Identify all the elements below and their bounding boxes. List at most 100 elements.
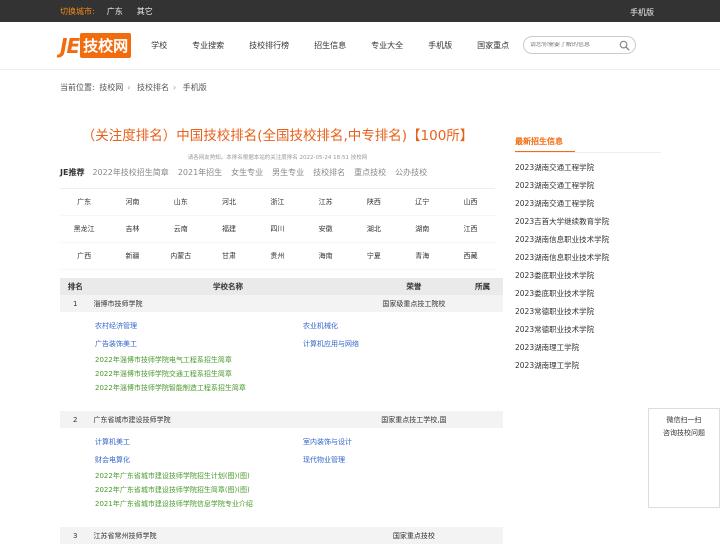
sidebar-item[interactable]: 2023湖南交通工程学院 xyxy=(515,159,661,177)
province-link[interactable]: 广西 xyxy=(60,251,108,261)
province-link[interactable]: 广东 xyxy=(60,197,108,207)
news-link[interactable]: 2022年淄博市技师学院电气工程系招生简章 xyxy=(95,353,503,367)
sidebar-item[interactable]: 2023常德职业技术学院 xyxy=(515,303,661,321)
breadcrumb-ranking[interactable]: 技校排名 xyxy=(137,83,169,92)
province-link[interactable]: 陕西 xyxy=(350,197,398,207)
sidebar-item[interactable]: 2023常德职业技术学院 xyxy=(515,321,661,339)
province-link[interactable]: 青海 xyxy=(398,251,446,261)
nav-admission-info[interactable]: 招生信息 xyxy=(314,40,346,51)
sidebar-item[interactable]: 2023湖南信息职业技术学院 xyxy=(515,231,661,249)
province-link[interactable]: 内蒙古 xyxy=(157,251,205,261)
province-row: 黑龙江 吉林 云南 福建 四川 安徽 湖北 湖南 江西 xyxy=(60,216,495,243)
news-link[interactable]: 2022年淄博市技师学院交通工程系招生简章 xyxy=(95,367,503,381)
tag-item[interactable]: 重点技校 xyxy=(354,167,386,178)
province-link[interactable]: 西藏 xyxy=(446,251,494,261)
tag-item[interactable]: 男生专业 xyxy=(272,167,304,178)
school-detail-row: 农村经济管理 农业机械化 广告装饰美工 计算机应用与网络 2022年淄博市技师学… xyxy=(60,312,503,411)
province-link[interactable]: 安徽 xyxy=(301,224,349,234)
province-link[interactable]: 福建 xyxy=(205,224,253,234)
sidebar-item[interactable]: 2023湖南理工学院 xyxy=(515,357,661,375)
major-link[interactable]: 农业机械化 xyxy=(303,317,503,335)
search-box xyxy=(523,36,636,54)
province-link[interactable]: 河南 xyxy=(108,197,156,207)
province-link[interactable]: 江西 xyxy=(446,224,494,234)
table-header-row: 排名 学校名称 荣誉 所属 xyxy=(60,278,503,295)
rank-cell: 3 xyxy=(60,527,91,544)
tag-item[interactable]: 技校排名 xyxy=(313,167,345,178)
tag-item[interactable]: 女生专业 xyxy=(231,167,263,178)
news-link[interactable]: 2022年淄博市技师学院智能制造工程系招生简章 xyxy=(95,381,503,395)
province-link[interactable]: 吉林 xyxy=(108,224,156,234)
major-link[interactable]: 计算机美工 xyxy=(95,433,303,451)
province-link[interactable]: 浙江 xyxy=(253,197,301,207)
major-link[interactable]: 计算机应用与网络 xyxy=(303,335,503,353)
school-name[interactable]: 淄博市技师学院 xyxy=(90,295,366,312)
major-link[interactable]: 农村经济管理 xyxy=(95,317,303,335)
col-rank: 排名 xyxy=(60,278,91,295)
province-link[interactable]: 湖北 xyxy=(350,224,398,234)
nav-major-search[interactable]: 专业搜索 xyxy=(192,40,224,51)
news-link[interactable]: 2022年广东省城市建设技师学院招生计划(图)(图) xyxy=(95,469,503,483)
sidebar-item[interactable]: 2023湖南理工学院 xyxy=(515,339,661,357)
province-link[interactable]: 四川 xyxy=(253,224,301,234)
news-links: 2022年淄博市技师学院电气工程系招生简章 2022年淄博市技师学院交通工程系招… xyxy=(60,353,503,395)
sidebar-item[interactable]: 2023娄底职业技术学院 xyxy=(515,267,661,285)
sidebar-item[interactable]: 2023湖南信息职业技术学院 xyxy=(515,249,661,267)
province-link[interactable]: 黑龙江 xyxy=(60,224,108,234)
major-links: 计算机美工 室内装饰与设计 财会电算化 现代物业管理 xyxy=(60,428,503,469)
city-link-guangdong[interactable]: 广东 xyxy=(107,6,123,17)
col-honor: 荣誉 xyxy=(365,278,463,295)
province-link[interactable]: 江苏 xyxy=(301,197,349,207)
province-grid: 广东 河南 山东 河北 浙江 江苏 陕西 辽宁 山西 黑龙江 吉林 云南 福建 … xyxy=(60,188,495,270)
search-icon[interactable] xyxy=(619,40,630,51)
nav-majors[interactable]: 专业大全 xyxy=(371,40,403,51)
sidebar-item[interactable]: 2023吉首大学继续教育学院 xyxy=(515,213,661,231)
switch-city-label: 切换城市: xyxy=(60,6,95,16)
province-link[interactable]: 辽宁 xyxy=(398,197,446,207)
province-link[interactable]: 山东 xyxy=(157,197,205,207)
province-link[interactable]: 云南 xyxy=(157,224,205,234)
major-link[interactable]: 室内装饰与设计 xyxy=(303,433,503,451)
nav-national-key[interactable]: 国家重点 xyxy=(477,40,509,51)
province-link[interactable]: 新疆 xyxy=(108,251,156,261)
sidebar-item[interactable]: 2023娄底职业技术学院 xyxy=(515,285,661,303)
sidebar-title: 最新招生信息 xyxy=(515,136,575,153)
news-link[interactable]: 2022年广东省城市建设技师学院招生简章(图)(图) xyxy=(95,483,503,497)
major-link[interactable]: 现代物业管理 xyxy=(303,451,503,469)
province-link[interactable]: 宁夏 xyxy=(350,251,398,261)
sidebar-item[interactable]: 2023湖南交通工程学院 xyxy=(515,195,661,213)
major-link[interactable]: 财会电算化 xyxy=(95,451,303,469)
breadcrumb-label: 当前位置: xyxy=(60,83,95,92)
mobile-version-link[interactable]: 手机版 xyxy=(630,7,654,18)
major-link[interactable]: 广告装饰美工 xyxy=(95,335,303,353)
nav-school[interactable]: 学校 xyxy=(151,40,167,51)
news-link[interactable]: 2021年广东省城市建设技师学院信息学院专业介绍 xyxy=(95,497,503,511)
province-link[interactable]: 山西 xyxy=(446,197,494,207)
honor-cell: 国家重点技校 xyxy=(365,527,463,544)
site-logo[interactable]: JE 技校网 xyxy=(60,33,132,59)
breadcrumb-home[interactable]: 技校网 xyxy=(99,83,123,92)
tag-item[interactable]: 2021年招生 xyxy=(178,167,222,178)
sidebar-item[interactable]: 2023湖南交通工程学院 xyxy=(515,177,661,195)
nav-mobile[interactable]: 手机版 xyxy=(428,40,452,51)
province-link[interactable]: 甘肃 xyxy=(205,251,253,261)
tag-lead: JE推荐 xyxy=(60,168,85,177)
tag-bar: JE推荐 2022年技校招生简章 2021年招生 女生专业 男生专业 技校排名 … xyxy=(60,167,495,178)
breadcrumb-current: 手机版 xyxy=(182,83,207,92)
wechat-float-panel[interactable]: 微信扫一扫 咨询技校问题 xyxy=(648,408,720,508)
province-link[interactable]: 湖南 xyxy=(398,224,446,234)
school-detail-row: 计算机美工 室内装饰与设计 财会电算化 现代物业管理 2022年广东省城市建设技… xyxy=(60,428,503,527)
school-name[interactable]: 广东省城市建设技师学院 xyxy=(90,411,366,428)
nav-ranking[interactable]: 技校排行榜 xyxy=(249,40,289,51)
tag-item[interactable]: 公办技校 xyxy=(395,167,427,178)
school-name[interactable]: 江苏省常州技师学院 xyxy=(90,527,366,544)
tag-item[interactable]: 2022年技校招生简章 xyxy=(92,167,168,178)
city-link-other[interactable]: 其它 xyxy=(137,6,153,17)
table-row: 3 江苏省常州技师学院 国家重点技校 xyxy=(60,527,503,544)
province-link[interactable]: 贵州 xyxy=(253,251,301,261)
search-input[interactable] xyxy=(530,42,616,48)
main-content: （关注度排名）中国技校排名(全国技校排名,中专排名)【100所】 请各网友熟知。… xyxy=(60,120,503,544)
province-link[interactable]: 河北 xyxy=(205,197,253,207)
province-link[interactable]: 海南 xyxy=(301,251,349,261)
site-header: JE 技校网 学校 专业搜索 技校排行榜 招生信息 专业大全 手机版 国家重点 xyxy=(0,22,720,70)
